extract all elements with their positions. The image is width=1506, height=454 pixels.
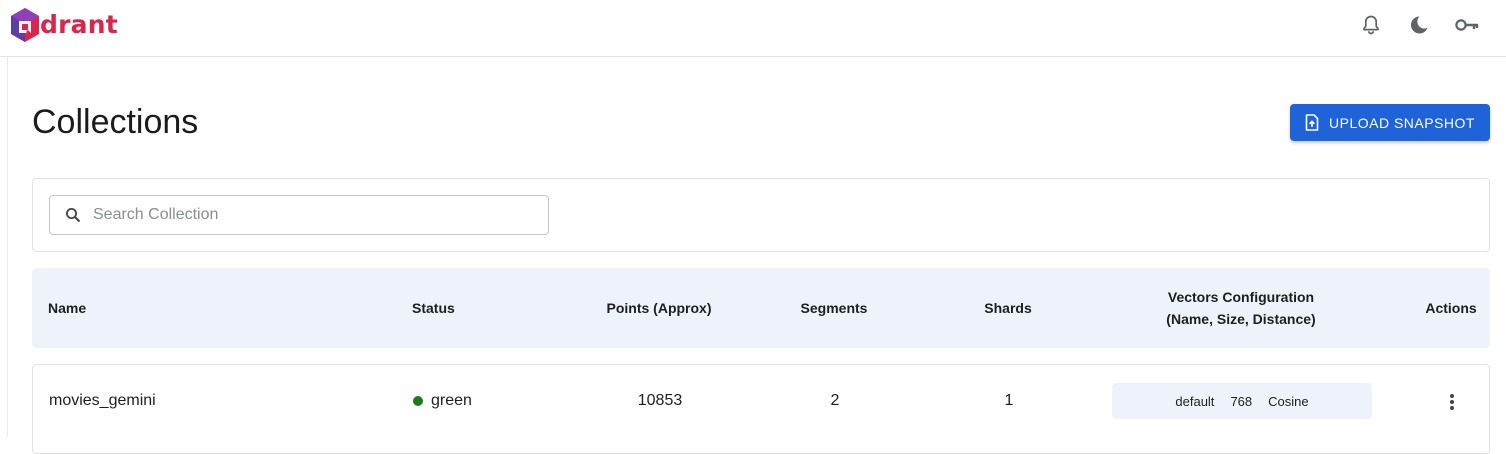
column-header-vectors: Vectors Configuration (Name, Size, Dista… [1111,268,1371,348]
dark-mode-icon [1410,16,1428,34]
column-header-segments: Segments [800,300,868,316]
column-header-vectors-line2: (Name, Size, Distance) [1166,311,1316,327]
search-box[interactable] [49,195,549,235]
notifications-button[interactable] [1358,12,1384,38]
column-header-vectors-line1: Vectors Configuration [1167,289,1315,305]
qdrant-logo[interactable]: drant [10,7,118,43]
status-text: green [431,392,472,409]
column-header-shards: Shards [984,300,1032,316]
collection-segments: 2 [830,392,840,409]
header-actions [1358,11,1480,39]
upload-snapshot-button[interactable]: UPLOAD SNAPSHOT [1290,104,1490,141]
key-icon [1455,19,1479,31]
page-title: Collections [32,103,199,141]
vector-size: 768 [1230,393,1253,409]
status-dot-icon [413,396,423,406]
search-panel [32,178,1490,252]
search-icon [65,207,81,223]
collection-points: 10853 [637,392,683,409]
logo-text: drant [40,10,118,39]
vector-name: default [1175,393,1215,409]
collection-status: green [413,365,563,437]
theme-toggle-button[interactable] [1406,12,1432,38]
table-row[interactable]: movies_gemini green 10853 2 1 default 76… [32,364,1490,454]
vector-config-chip: default 768 Cosine [1112,383,1372,419]
collection-name[interactable]: movies_gemini [49,365,349,437]
column-header-status: Status [412,300,455,316]
more-vertical-icon [1450,394,1454,410]
column-header-points: Points (Approx) [606,300,712,316]
row-actions-button[interactable] [1437,387,1467,417]
qdrant-logo-icon [11,8,39,42]
sidebar-divider [7,57,8,437]
vector-distance: Cosine [1268,393,1309,409]
api-key-button[interactable] [1454,12,1480,38]
bell-icon [1363,15,1379,35]
column-header-name: Name [48,300,87,316]
top-bar: drant [0,0,1506,57]
collection-shards: 1 [1004,392,1014,409]
search-input[interactable] [91,205,531,225]
column-header-actions: Actions [1425,300,1477,316]
file-upload-icon [1305,114,1319,131]
table-header: Name Status Points (Approx) Segments Sha… [32,268,1490,348]
upload-snapshot-label: UPLOAD SNAPSHOT [1329,114,1475,131]
